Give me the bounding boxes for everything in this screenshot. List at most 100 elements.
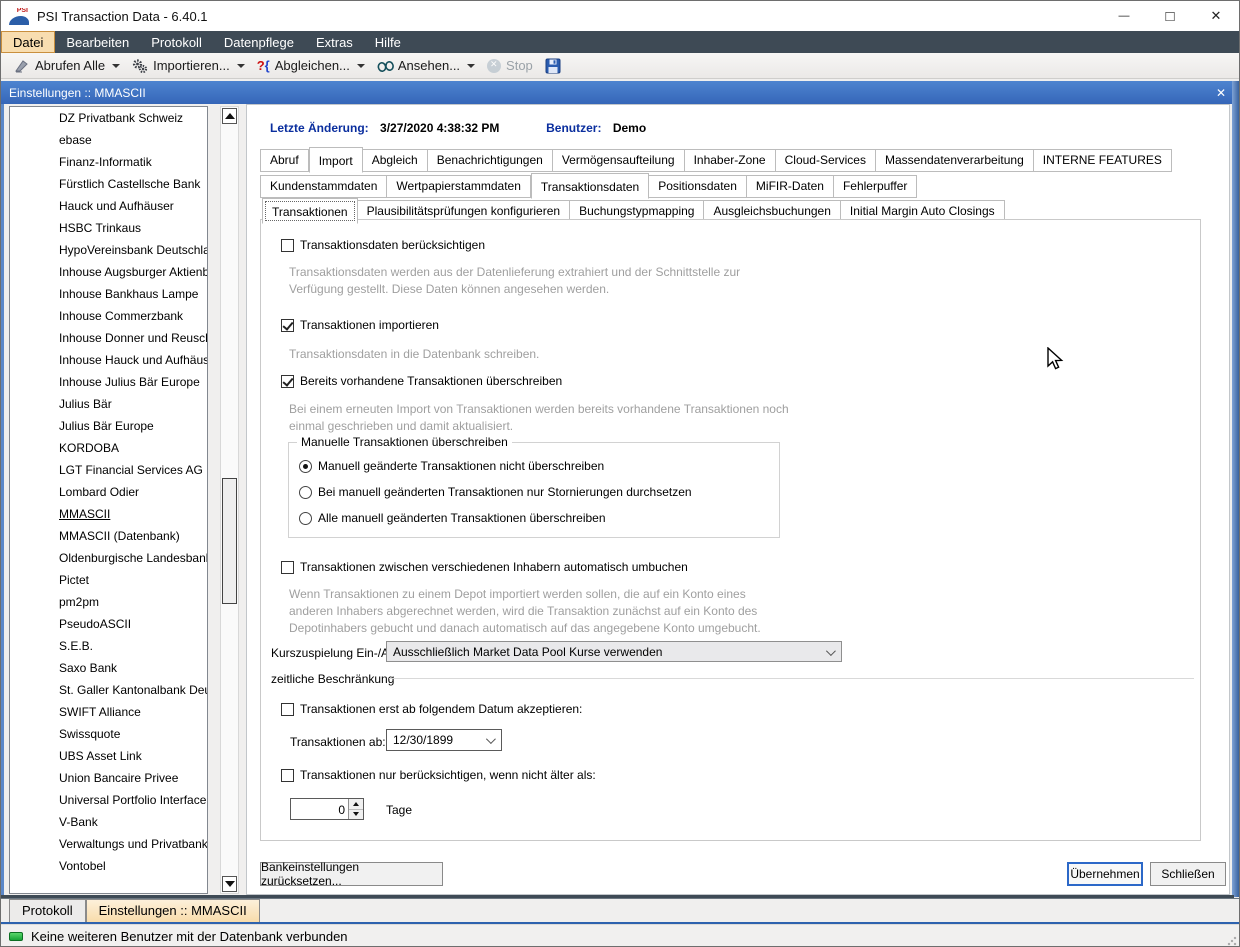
max-age-value[interactable]: 0 bbox=[291, 799, 348, 819]
bank-tree-item[interactable]: MMASCII bbox=[10, 503, 207, 525]
tab-level1[interactable]: Massendatenverarbeitung bbox=[876, 149, 1034, 172]
bank-tree-item[interactable]: S.E.B. bbox=[10, 635, 207, 657]
manual-overwrite-option[interactable]: Bei manuell geänderten Transaktionen nur… bbox=[299, 485, 692, 499]
bank-tree-item[interactable]: Universal Portfolio Interface bbox=[10, 789, 207, 811]
checkbox-icon[interactable] bbox=[281, 561, 294, 574]
bank-tree-item[interactable]: PseudoASCII bbox=[10, 613, 207, 635]
bank-tree-item[interactable]: Inhouse Donner und Reuschel bbox=[10, 327, 207, 349]
resize-grip[interactable] bbox=[1227, 936, 1237, 946]
bank-tree-item[interactable]: Hauck und Aufhäuser bbox=[10, 195, 207, 217]
radio-icon[interactable] bbox=[299, 512, 312, 525]
minimize-button[interactable] bbox=[1101, 1, 1147, 31]
bank-tree-item[interactable]: pm2pm bbox=[10, 591, 207, 613]
menu-item[interactable]: Protokoll bbox=[140, 31, 213, 53]
checkbox-icon[interactable] bbox=[281, 703, 294, 716]
manual-overwrite-option[interactable]: Alle manuell geänderten Transaktionen üb… bbox=[299, 511, 606, 525]
view-button[interactable]: Ansehen... bbox=[372, 56, 480, 76]
tab-level2[interactable]: MiFIR-Daten bbox=[747, 175, 834, 198]
fetch-all-button[interactable]: Abrufen Alle bbox=[9, 56, 125, 76]
bank-tree-item[interactable]: Swissquote bbox=[10, 723, 207, 745]
bank-tree-item[interactable]: LGT Financial Services AG bbox=[10, 459, 207, 481]
bank-tree-item[interactable]: Inhouse Commerzbank bbox=[10, 305, 207, 327]
bank-tree-item[interactable]: UBS Asset Link bbox=[10, 745, 207, 767]
max-age-checkbox[interactable]: Transaktionen nur berücksichtigen, wenn … bbox=[281, 768, 596, 782]
tab-level2[interactable]: Kundenstammdaten bbox=[260, 175, 387, 198]
tab-level1[interactable]: Vermögensaufteilung bbox=[553, 149, 685, 172]
bank-tree-item[interactable]: Finanz-Informatik bbox=[10, 151, 207, 173]
price-feed-select[interactable]: Ausschließlich Market Data Pool Kurse ve… bbox=[386, 641, 842, 662]
scrollbar-thumb[interactable] bbox=[222, 478, 237, 604]
tab-level1[interactable]: Import bbox=[309, 147, 363, 173]
menu-item[interactable]: Hilfe bbox=[364, 31, 412, 53]
bottom-tab[interactable]: Einstellungen :: MMASCII bbox=[86, 899, 260, 922]
apply-button[interactable]: Übernehmen bbox=[1067, 862, 1143, 886]
manual-overwrite-option[interactable]: Manuell geänderte Transaktionen nicht üb… bbox=[299, 459, 604, 473]
tab-level2[interactable]: Positionsdaten bbox=[649, 175, 747, 198]
settings-window-titlebar[interactable]: Einstellungen :: MMASCII bbox=[1, 81, 1234, 104]
checkbox-icon[interactable] bbox=[281, 769, 294, 782]
bank-tree-item[interactable]: Inhouse Hauck und Aufhäuser bbox=[10, 349, 207, 371]
scroll-up-icon[interactable] bbox=[222, 108, 237, 124]
menu-item[interactable]: Extras bbox=[305, 31, 364, 53]
tab-level1[interactable]: Inhaber-Zone bbox=[685, 149, 776, 172]
scroll-down-icon[interactable] bbox=[222, 876, 237, 892]
tab-level1[interactable]: INTERNE FEATURES bbox=[1034, 149, 1172, 172]
import-transactions-checkbox[interactable]: Transaktionen importieren bbox=[281, 318, 439, 332]
chevron-down-icon[interactable] bbox=[237, 64, 245, 68]
chevron-down-icon[interactable] bbox=[112, 64, 120, 68]
close-settings-button[interactable]: Schließen bbox=[1150, 862, 1226, 886]
radio-icon[interactable] bbox=[299, 460, 312, 473]
import-button[interactable]: Importieren... bbox=[127, 56, 250, 76]
bank-tree-item[interactable]: Lombard Odier bbox=[10, 481, 207, 503]
bank-tree-item[interactable]: Julius Bär bbox=[10, 393, 207, 415]
save-button[interactable] bbox=[540, 56, 566, 76]
tab-level1[interactable]: Abruf bbox=[260, 149, 309, 172]
stepper-down-icon[interactable] bbox=[349, 810, 363, 820]
bank-tree-item[interactable]: Vontobel bbox=[10, 855, 207, 877]
tab-level2[interactable]: Fehlerpuffer bbox=[834, 175, 917, 198]
bank-tree-item[interactable]: Pictet bbox=[10, 569, 207, 591]
maximize-button[interactable] bbox=[1147, 1, 1193, 31]
transactions-from-date-picker[interactable]: 12/30/1899 bbox=[386, 729, 502, 751]
bank-tree-item[interactable]: Union Bancaire Privee bbox=[10, 767, 207, 789]
bank-tree-item[interactable]: St. Galler Kantonalbank Deu... bbox=[10, 679, 207, 701]
tab-level1[interactable]: Benachrichtigungen bbox=[428, 149, 553, 172]
tab-level2[interactable]: Transaktionsdaten bbox=[531, 173, 649, 199]
reset-bank-settings-button[interactable]: Bankeinstellungen zurücksetzen... bbox=[260, 862, 443, 886]
tree-scrollbar[interactable] bbox=[220, 106, 239, 894]
chevron-down-icon[interactable] bbox=[357, 64, 365, 68]
checkbox-checked-icon[interactable] bbox=[281, 375, 294, 388]
bank-tree-item[interactable]: V-Bank bbox=[10, 811, 207, 833]
consider-transactions-checkbox[interactable]: Transaktionsdaten berücksichtigen bbox=[281, 238, 485, 252]
tab-level1[interactable]: Abgleich bbox=[363, 149, 428, 172]
menu-item[interactable]: Datei bbox=[1, 31, 55, 53]
chevron-down-icon[interactable] bbox=[467, 64, 475, 68]
tab-level3[interactable]: Transaktionen bbox=[262, 198, 358, 224]
tab-level1[interactable]: Cloud-Services bbox=[776, 149, 876, 172]
max-age-stepper[interactable]: 0 bbox=[290, 798, 364, 820]
overwrite-existing-checkbox[interactable]: Bereits vorhandene Transaktionen übersch… bbox=[281, 374, 562, 388]
bank-tree-item[interactable]: MMASCII (Datenbank) bbox=[10, 525, 207, 547]
bottom-tab[interactable]: Protokoll bbox=[9, 899, 86, 922]
bank-tree-item[interactable]: Inhouse Augsburger Aktienb... bbox=[10, 261, 207, 283]
bank-tree-item[interactable]: Saxo Bank bbox=[10, 657, 207, 679]
bank-tree-item[interactable]: KORDOBA bbox=[10, 437, 207, 459]
bank-tree-item[interactable]: Fürstlich Castellsche Bank bbox=[10, 173, 207, 195]
bank-tree-item[interactable]: SWIFT Alliance bbox=[10, 701, 207, 723]
bank-tree-item[interactable]: DZ Privatbank Schweiz bbox=[10, 107, 207, 129]
settings-close-icon[interactable] bbox=[1216, 86, 1226, 100]
radio-icon[interactable] bbox=[299, 486, 312, 499]
tab-level2[interactable]: Wertpapierstammdaten bbox=[387, 175, 531, 198]
checkbox-icon[interactable] bbox=[281, 239, 294, 252]
bank-tree-item[interactable]: HSBC Trinkaus bbox=[10, 217, 207, 239]
bank-tree-item[interactable]: Inhouse Bankhaus Lampe bbox=[10, 283, 207, 305]
reconcile-button[interactable]: ?{ Abgleichen... bbox=[252, 56, 370, 76]
bank-tree-item[interactable]: HypoVereinsbank Deutschland bbox=[10, 239, 207, 261]
auto-rebook-checkbox[interactable]: Transaktionen zwischen verschiedenen Inh… bbox=[281, 560, 688, 574]
bank-tree-item[interactable]: Oldenburgische Landesbank ... bbox=[10, 547, 207, 569]
menu-item[interactable]: Bearbeiten bbox=[55, 31, 140, 53]
bank-tree-item[interactable]: Inhouse Julius Bär Europe bbox=[10, 371, 207, 393]
checkbox-checked-icon[interactable] bbox=[281, 319, 294, 332]
bank-tree-item[interactable]: Julius Bär Europe bbox=[10, 415, 207, 437]
accept-from-date-checkbox[interactable]: Transaktionen erst ab folgendem Datum ak… bbox=[281, 702, 582, 716]
